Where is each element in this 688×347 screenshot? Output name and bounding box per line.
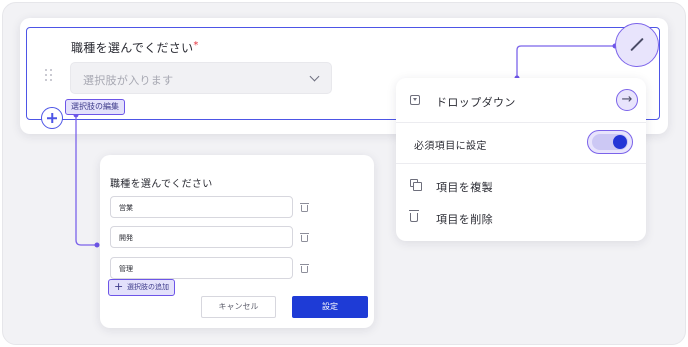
- add-option-button[interactable]: + 選択肢の追加: [108, 279, 175, 296]
- question-settings-menu: ドロップダウン → 必須項目に設定 項目を複製 項目を削除: [396, 78, 646, 241]
- menu-item-delete[interactable]: 項目を削除: [396, 204, 646, 230]
- trash-icon[interactable]: [300, 203, 309, 212]
- menu-item-dropdown[interactable]: ドロップダウン →: [396, 78, 646, 122]
- dropdown-label: ドロップダウン: [436, 96, 516, 109]
- option-text: 開発: [119, 234, 133, 242]
- toggle-track: [592, 134, 628, 150]
- chevron-down-icon: [309, 71, 320, 82]
- question-title-text: 職種を選んでください: [71, 41, 194, 55]
- cancel-button[interactable]: キャンセル: [201, 296, 276, 318]
- add-option-label: 選択肢の追加: [127, 283, 169, 291]
- dropdown-icon: [410, 95, 420, 105]
- option-text: 管理: [119, 265, 133, 273]
- option-input[interactable]: 営業: [110, 196, 293, 218]
- arrow-right-icon[interactable]: →: [616, 89, 638, 111]
- trash-icon[interactable]: [300, 233, 309, 242]
- option-text: 営業: [119, 204, 133, 212]
- delete-label: 項目を削除: [436, 213, 493, 226]
- plus-icon: +: [114, 280, 124, 293]
- required-label: 必須項目に設定: [414, 141, 487, 152]
- edit-button[interactable]: [615, 23, 659, 67]
- toggle-knob: [613, 135, 627, 149]
- edit-options-tag[interactable]: 選択肢の編集: [65, 99, 125, 115]
- drag-handle-icon[interactable]: [45, 69, 53, 83]
- question-title: 職種を選んでください*: [71, 39, 199, 56]
- required-toggle[interactable]: [587, 130, 633, 154]
- select-placeholder: 選択肢が入ります: [83, 74, 174, 87]
- options-edit-dialog: 職種を選んでください 営業 開発 管理 + 選択肢の追加 キャンセル 設定: [100, 155, 374, 328]
- ok-button[interactable]: 設定: [292, 296, 368, 318]
- copy-icon: [410, 179, 422, 191]
- menu-divider: [396, 163, 646, 164]
- question-select[interactable]: 選択肢が入ります: [70, 62, 332, 94]
- duplicate-label: 項目を複製: [436, 181, 493, 194]
- dialog-title: 職種を選んでください: [110, 179, 213, 190]
- trash-icon[interactable]: [300, 264, 309, 273]
- option-input[interactable]: 管理: [110, 257, 293, 279]
- add-question-plus-icon[interactable]: [41, 107, 63, 129]
- required-mark: *: [193, 40, 199, 51]
- pencil-icon: [630, 37, 644, 52]
- trash-icon: [409, 210, 419, 222]
- option-input[interactable]: 開発: [110, 226, 293, 248]
- menu-item-duplicate[interactable]: 項目を複製: [396, 172, 646, 198]
